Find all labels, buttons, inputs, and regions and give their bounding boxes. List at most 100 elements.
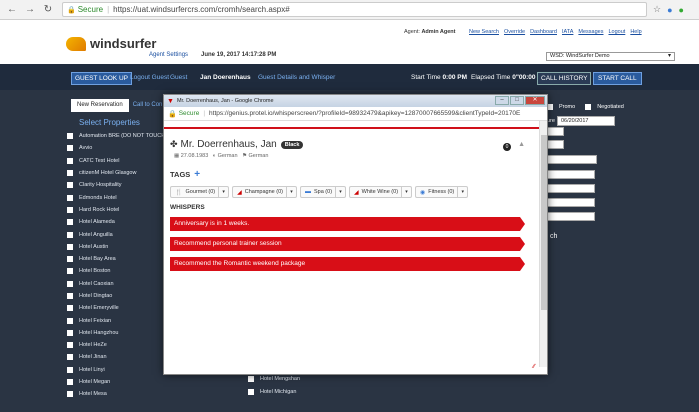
- agent-settings-link[interactable]: Agent Settings: [149, 52, 188, 58]
- property-item[interactable]: Hotel Boston: [67, 265, 167, 277]
- property-item[interactable]: Hotel Feixian: [67, 314, 167, 326]
- property-checkbox[interactable]: [67, 354, 73, 361]
- property-checkbox[interactable]: [67, 329, 73, 336]
- link-override[interactable]: Override: [504, 29, 525, 35]
- property-item[interactable]: Avvio: [67, 142, 167, 154]
- logout-guest-link[interactable]: Logout Guest: [130, 74, 169, 81]
- property-checkbox[interactable]: [248, 388, 254, 395]
- form-field-2[interactable]: [547, 140, 564, 149]
- form-field-4[interactable]: [547, 184, 595, 193]
- property-item[interactable]: Hotel Alameda: [67, 216, 167, 228]
- property-checkbox[interactable]: [67, 317, 73, 324]
- property-item[interactable]: Hotel Anguilla: [67, 228, 167, 240]
- property-checkbox[interactable]: [67, 391, 73, 398]
- property-checkbox[interactable]: [67, 157, 73, 164]
- chevron-down-icon[interactable]: ▾: [285, 187, 296, 197]
- form-field-1[interactable]: [547, 127, 564, 136]
- start-call-button[interactable]: START CALL: [593, 72, 642, 85]
- negotiated-checkbox[interactable]: [585, 103, 592, 110]
- search-button[interactable]: ch: [550, 233, 557, 240]
- property-item[interactable]: Hotel HeZe: [67, 339, 167, 351]
- property-checkbox[interactable]: [67, 268, 73, 275]
- property-item[interactable]: Hard Rock Hotel: [67, 204, 167, 216]
- tag-white-wine[interactable]: ◢ White Wine (0) ▾: [349, 186, 413, 198]
- date-input[interactable]: 06/20/2017: [556, 115, 615, 126]
- whisper-item[interactable]: Anniversary is in 1 weeks.: [170, 217, 525, 231]
- menu-icon[interactable]: ●: [679, 5, 684, 15]
- property-checkbox[interactable]: [67, 206, 73, 213]
- property-item[interactable]: Hotel Mengshan: [248, 373, 300, 385]
- property-checkbox[interactable]: [67, 145, 73, 152]
- resize-handle-icon[interactable]: ∕∕: [533, 364, 535, 370]
- user-icon[interactable]: ▲: [518, 141, 525, 148]
- property-item[interactable]: Hotel Megan: [67, 376, 167, 388]
- link-new-search[interactable]: New Search: [469, 29, 499, 35]
- tag-champagne[interactable]: ◢ Champagne (0) ▾: [232, 186, 297, 198]
- link-help[interactable]: Help: [630, 29, 641, 35]
- property-checkbox[interactable]: [67, 379, 73, 386]
- maximize-icon[interactable]: □: [510, 96, 524, 105]
- forward-icon[interactable]: →: [24, 4, 36, 16]
- property-item[interactable]: Edmonds Hotel: [67, 191, 167, 203]
- scrollbar-thumb[interactable]: [541, 135, 547, 310]
- link-logout[interactable]: Logout: [608, 29, 625, 35]
- close-icon[interactable]: ✕: [525, 96, 545, 105]
- property-item[interactable]: CATC Test Hotel: [67, 155, 167, 167]
- property-checkbox[interactable]: [67, 231, 73, 238]
- property-checkbox[interactable]: [67, 219, 73, 226]
- tab-call-to-con[interactable]: Call to Con: [129, 99, 167, 112]
- property-item[interactable]: Hotel Bay Area: [67, 253, 167, 265]
- property-checkbox[interactable]: [67, 280, 73, 287]
- call-history-button[interactable]: CALL HISTORY: [537, 72, 592, 85]
- property-item[interactable]: Hotel Linyi: [67, 364, 167, 376]
- form-field-3[interactable]: [547, 170, 595, 179]
- tag-gourmet[interactable]: 🍴 Gourmet (0) ▾: [170, 186, 230, 198]
- property-item[interactable]: Automation BRE (DO NOT TOUCH): [67, 130, 167, 142]
- tag-fitness[interactable]: ◉ Fitness (0) ▾: [415, 186, 469, 198]
- popup-titlebar[interactable]: ▼ Mr. Doerrenhaus, Jan - Google Chrome –…: [164, 95, 547, 107]
- tag-spa[interactable]: ▬ Spa (0) ▾: [299, 186, 347, 198]
- link-dashboard[interactable]: Dashboard: [530, 29, 557, 35]
- property-checkbox[interactable]: [67, 133, 73, 140]
- property-checkbox[interactable]: [67, 243, 73, 250]
- back-icon[interactable]: ←: [6, 4, 18, 16]
- property-item[interactable]: citizenM Hotel Glasgow: [67, 167, 167, 179]
- property-checkbox[interactable]: [67, 182, 73, 189]
- tab-new-reservation[interactable]: New Reservation: [71, 99, 129, 112]
- guest-details-link[interactable]: Guest Details and Whisper: [258, 74, 335, 81]
- star-icon[interactable]: ☆: [653, 4, 661, 15]
- property-item[interactable]: Clarity Hospitality: [67, 179, 167, 191]
- property-item[interactable]: Hotel Jinan: [67, 351, 167, 363]
- property-checkbox[interactable]: [67, 305, 73, 312]
- property-item[interactable]: Hotel Michigan: [248, 386, 300, 398]
- form-select-1[interactable]: [547, 155, 597, 164]
- property-item[interactable]: Hotel Caoxian: [67, 278, 167, 290]
- property-checkbox[interactable]: [248, 376, 254, 383]
- property-item[interactable]: Hotel Mesa: [67, 388, 167, 400]
- whisper-item[interactable]: Recommend personal trainer session: [170, 237, 525, 251]
- property-item[interactable]: Hotel Austin: [67, 241, 167, 253]
- property-item[interactable]: Hotel Hangzhou: [67, 327, 167, 339]
- chevron-down-icon[interactable]: ▾: [335, 187, 345, 197]
- wsd-select[interactable]: WSD: WindSurfer Demo: [546, 52, 675, 61]
- whisper-item[interactable]: Recommend the Romantic weekend package: [170, 257, 525, 271]
- chevron-down-icon[interactable]: ▾: [401, 187, 411, 197]
- form-field-6[interactable]: [547, 212, 595, 221]
- property-checkbox[interactable]: [67, 366, 73, 373]
- link-iata[interactable]: IATA: [562, 29, 573, 35]
- popup-scrollbar[interactable]: [539, 121, 547, 367]
- chevron-down-icon[interactable]: ▾: [218, 187, 228, 197]
- property-checkbox[interactable]: [67, 293, 73, 299]
- add-tag-icon[interactable]: +: [194, 169, 200, 180]
- popup-address-bar[interactable]: 🔒 Secure | https://genius.protel.io/whis…: [164, 107, 547, 121]
- property-item[interactable]: Hotel Dingtao: [67, 290, 167, 302]
- minimize-icon[interactable]: –: [495, 96, 509, 105]
- reload-icon[interactable]: ↻: [42, 4, 54, 16]
- address-bar[interactable]: 🔒 Secure | https://uat.windsurfercrs.com…: [62, 2, 647, 17]
- guest-lookup-button[interactable]: GUEST LOOK UP: [71, 72, 132, 85]
- property-checkbox[interactable]: [67, 256, 73, 263]
- link-messages[interactable]: Messages: [578, 29, 603, 35]
- property-checkbox[interactable]: [67, 342, 73, 349]
- property-checkbox[interactable]: [67, 170, 73, 177]
- property-item[interactable]: Hotel Emeryville: [67, 302, 167, 314]
